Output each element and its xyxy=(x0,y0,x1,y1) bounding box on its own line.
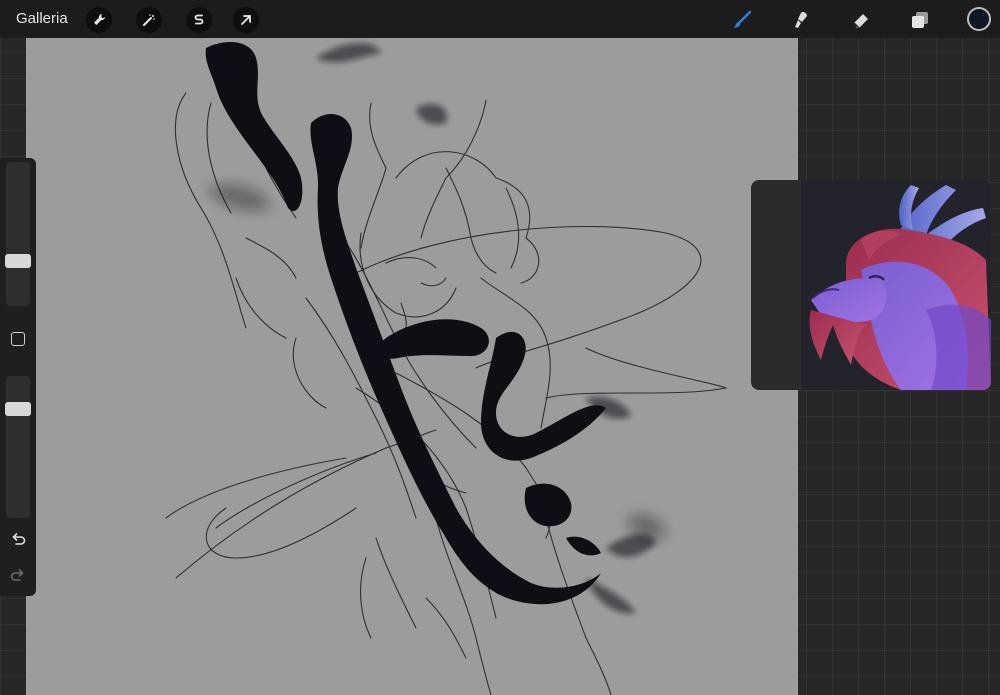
sketch-artwork xyxy=(165,42,728,695)
undo-icon[interactable] xyxy=(9,530,27,548)
brush-size-slider[interactable] xyxy=(5,162,31,306)
redo-icon[interactable] xyxy=(9,566,27,584)
reference-window[interactable] xyxy=(751,180,991,390)
magic-wand-icon[interactable] xyxy=(136,7,162,33)
color-picker-swatch[interactable] xyxy=(967,7,991,31)
drawing-canvas[interactable] xyxy=(26,38,798,695)
layers-icon[interactable] xyxy=(907,7,933,33)
opacity-slider[interactable] xyxy=(5,376,31,518)
selection-s-icon[interactable] xyxy=(186,7,212,33)
reference-image xyxy=(801,180,991,390)
brush-icon[interactable] xyxy=(729,7,755,33)
top-toolbar: Galleria xyxy=(0,0,1000,38)
left-sidebar xyxy=(0,158,36,596)
opacity-thumb[interactable] xyxy=(5,402,31,416)
modify-square-icon[interactable] xyxy=(11,332,25,346)
eraser-icon[interactable] xyxy=(848,7,874,33)
arrow-cursor-icon[interactable] xyxy=(233,7,259,33)
brush-size-thumb[interactable] xyxy=(5,254,31,268)
wrench-icon[interactable] xyxy=(86,7,112,33)
smudge-icon[interactable] xyxy=(788,7,814,33)
gallery-button[interactable]: Galleria xyxy=(16,10,68,27)
